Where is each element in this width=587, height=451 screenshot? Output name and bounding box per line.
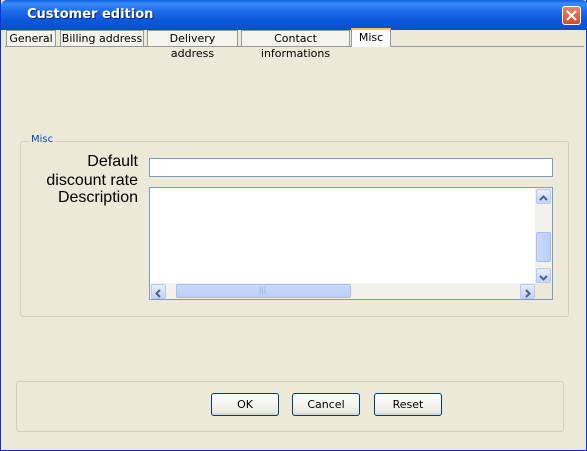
scrollbar-corner <box>535 283 552 299</box>
cancel-button[interactable]: Cancel <box>292 393 360 416</box>
grip-icon: ||| <box>259 286 267 294</box>
customer-edition-window: Customer edition General Billing address… <box>0 0 587 451</box>
scroll-up-button[interactable] <box>536 189 551 204</box>
tab-contact-informations[interactable]: Contact informations <box>241 30 350 60</box>
close-button[interactable] <box>562 6 581 25</box>
default-discount-rate-input[interactable] <box>149 158 553 177</box>
ok-button[interactable]: OK <box>211 393 279 416</box>
reset-button[interactable]: Reset <box>374 393 442 416</box>
close-icon <box>566 10 577 21</box>
description-textarea[interactable]: ||| <box>149 187 553 300</box>
chevron-up-icon <box>539 195 548 201</box>
scroll-right-button[interactable] <box>520 284 535 299</box>
chevron-left-icon <box>155 289 161 298</box>
vertical-scrollbar[interactable] <box>535 188 552 283</box>
scroll-down-button[interactable] <box>536 268 551 283</box>
tab-billing-address[interactable]: Billing address <box>60 30 144 46</box>
discount-label-line2: discount rate <box>46 172 138 189</box>
title-bar[interactable]: Customer edition <box>1 0 587 30</box>
chevron-right-icon <box>525 289 531 298</box>
horizontal-scrollbar[interactable]: ||| <box>150 283 536 299</box>
window-title: Customer edition <box>27 7 154 22</box>
button-bar <box>16 381 564 432</box>
misc-group-title: Misc <box>29 134 56 145</box>
horizontal-scroll-thumb[interactable]: ||| <box>176 284 351 298</box>
scroll-left-button[interactable] <box>151 284 166 299</box>
tab-misc[interactable]: Misc <box>351 28 391 47</box>
description-label: Description <box>57 189 138 206</box>
tab-delivery-address[interactable]: Delivery address <box>147 30 238 60</box>
vertical-scroll-thumb[interactable] <box>536 232 551 262</box>
tab-general[interactable]: General <box>6 30 56 46</box>
discount-label-line1: Default <box>87 153 138 170</box>
